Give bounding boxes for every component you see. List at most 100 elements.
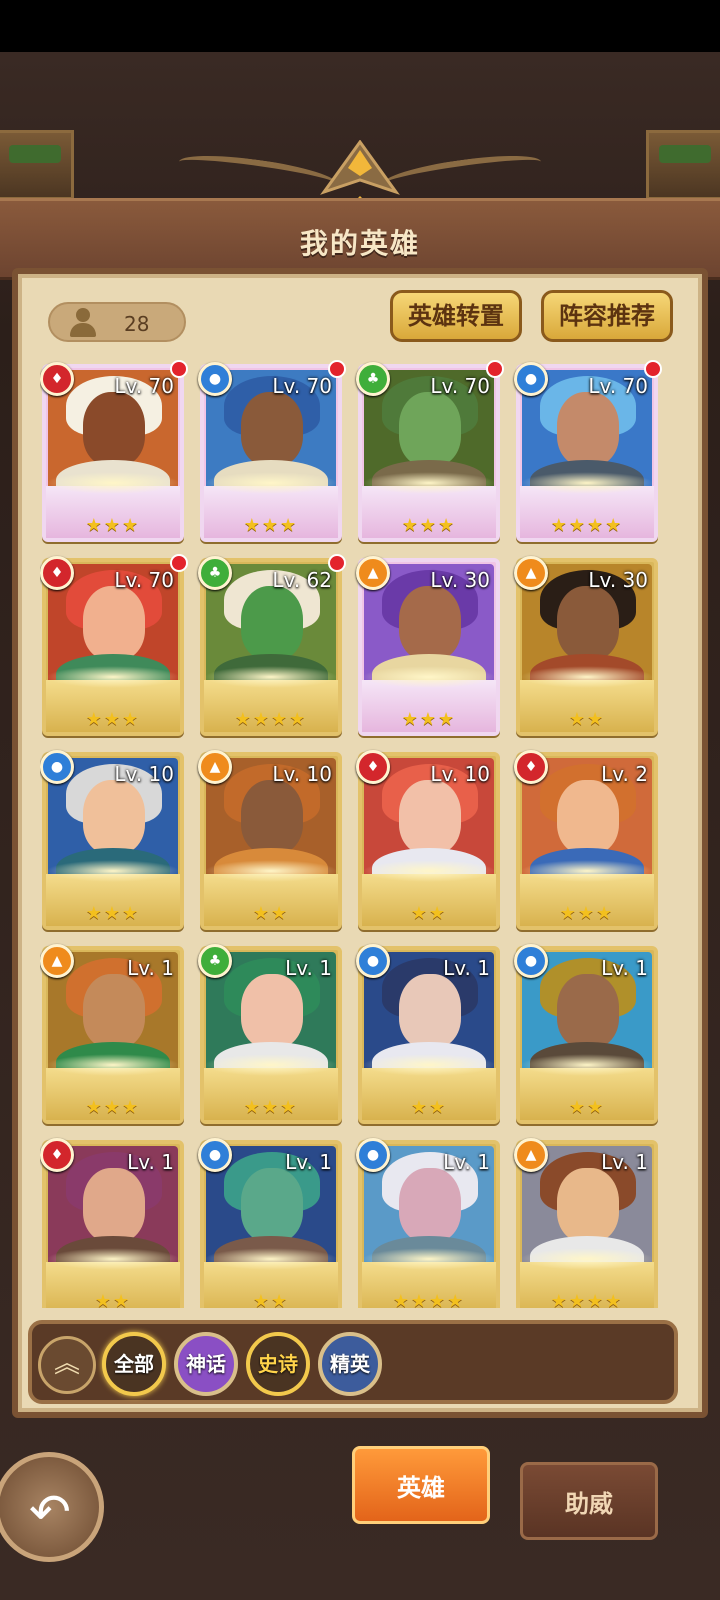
tab-heroes[interactable]: 英雄 [352,1446,490,1524]
filter-all-button[interactable]: 全部 [102,1332,166,1396]
back-arrow-icon: ↶ [29,1483,71,1541]
hero-stars: ★★★★ [550,1291,624,1308]
hero-card[interactable]: ★★ Lv. 10 ♦ [356,750,500,930]
double-chevron-up-icon[interactable]: ︽ [38,1336,96,1394]
hero-card[interactable]: ★★★ Lv. 70 ● [198,360,346,542]
hero-count: 28 [124,312,150,336]
hero-level: Lv. 10 [272,762,332,786]
card-wing-ornament [362,1248,496,1270]
hero-level: Lv. 1 [127,956,174,980]
card-wing-ornament [362,472,496,494]
lineup-recommend-button[interactable]: 阵容推荐 [541,290,673,342]
hero-level: Lv. 62 [272,568,332,592]
hero-stars: ★★ [252,903,290,924]
hero-card[interactable]: ★★★ Lv. 1 ▲ [40,944,184,1124]
hero-level: Lv. 1 [443,1150,490,1174]
nature-element-icon: ♣ [198,944,232,978]
tab-support[interactable]: 助威 [520,1462,658,1540]
hero-level: Lv. 70 [114,568,174,592]
hero-card[interactable]: ★★★ Lv. 10 ● [40,750,184,930]
light-element-icon: ▲ [514,556,548,590]
hero-level: Lv. 10 [114,762,174,786]
hero-card[interactable]: ★★★ Lv. 70 ♦ [40,360,188,542]
water-element-icon: ● [356,1138,390,1172]
nature-element-icon: ♣ [356,362,390,396]
filter-mythic-button[interactable]: 神话 [174,1332,238,1396]
hero-level: Lv. 1 [601,1150,648,1174]
card-wing-ornament [520,666,654,688]
card-wing-ornament [46,1054,180,1076]
hero-level: Lv. 1 [285,1150,332,1174]
card-wing-ornament [362,1054,496,1076]
notification-dot [170,554,188,572]
filter-elite-button[interactable]: 精英 [318,1332,382,1396]
card-wing-ornament [46,472,180,494]
card-wing-ornament [204,666,338,688]
hero-card[interactable]: ★★ Lv. 1 ♦ [40,1138,184,1308]
hero-card[interactable]: ★★★ Lv. 30 ▲ [356,556,500,736]
fire-element-icon: ♦ [514,750,548,784]
hero-card[interactable]: ★★★ Lv. 70 ♣ [356,360,504,542]
water-element-icon: ● [198,1138,232,1172]
hero-card[interactable]: ★★★★ Lv. 62 ♣ [198,554,346,736]
notification-dot [328,554,346,572]
page-title: 我的英雄 [299,227,420,260]
filter-epic-button[interactable]: 史诗 [246,1332,310,1396]
fire-element-icon: ♦ [356,750,390,784]
card-wing-ornament [46,1248,180,1270]
hero-stars: ★★★ [85,1097,141,1118]
hero-stars: ★★★ [559,903,615,924]
hero-stars: ★★ [410,1097,448,1118]
hero-card[interactable]: ★★★★ Lv. 1 ● [356,1138,500,1308]
fire-element-icon: ♦ [40,556,74,590]
hero-level: Lv. 70 [588,374,648,398]
hero-card[interactable]: ★★★ Lv. 2 ♦ [514,750,658,930]
hero-stars: ★★ [94,1291,132,1308]
hero-count-badge: 28 [48,302,186,342]
hero-stars: ★★★ [85,903,141,924]
card-wing-ornament [520,1248,654,1270]
card-wing-ornament [46,860,180,882]
hero-level: Lv. 70 [272,374,332,398]
hero-stars: ★★ [252,1291,290,1308]
hero-stars: ★★ [568,709,606,730]
hero-card[interactable]: ★★★★ Lv. 70 ● [514,360,662,542]
hero-stars: ★★★★ [550,515,624,536]
hero-transfer-button[interactable]: 英雄转置 [390,290,522,342]
water-element-icon: ● [514,362,548,396]
card-wing-ornament [520,472,654,494]
hero-card[interactable]: ★★★★ Lv. 1 ▲ [514,1138,658,1308]
card-wing-ornament [204,472,338,494]
card-wing-ornament [362,860,496,882]
hero-stars: ★★★★ [392,1291,466,1308]
water-element-icon: ● [356,944,390,978]
light-element-icon: ▲ [356,556,390,590]
water-element-icon: ● [514,944,548,978]
hero-card[interactable]: ★★ Lv. 1 ● [356,944,500,1124]
card-wing-ornament [204,1248,338,1270]
user-icon [68,308,98,338]
hero-card[interactable]: ★★★ Lv. 1 ♣ [198,944,342,1124]
hero-card[interactable]: ★★ Lv. 10 ▲ [198,750,342,930]
status-bar [0,0,720,52]
card-wing-ornament [46,666,180,688]
light-element-icon: ▲ [198,750,232,784]
hero-level: Lv. 70 [430,374,490,398]
hero-card[interactable]: ★★★ Lv. 70 ♦ [40,554,188,736]
hero-card[interactable]: ★★ Lv. 1 ● [514,944,658,1124]
hero-stars: ★★★ [243,1097,299,1118]
nature-element-icon: ♣ [198,556,232,590]
hero-card[interactable]: ★★ Lv. 1 ● [198,1138,342,1308]
hero-stars: ★★★ [243,515,299,536]
hero-stars: ★★ [410,903,448,924]
hero-stars: ★★ [568,1097,606,1118]
card-wing-ornament [204,1054,338,1076]
water-element-icon: ● [198,362,232,396]
right-pillar-decoration [646,130,720,200]
notification-dot [170,360,188,378]
card-wing-ornament [204,860,338,882]
hero-card[interactable]: ★★ Lv. 30 ▲ [514,556,658,736]
hero-level: Lv. 1 [601,956,648,980]
hero-level: Lv. 2 [601,762,648,786]
hero-level: Lv. 30 [588,568,648,592]
